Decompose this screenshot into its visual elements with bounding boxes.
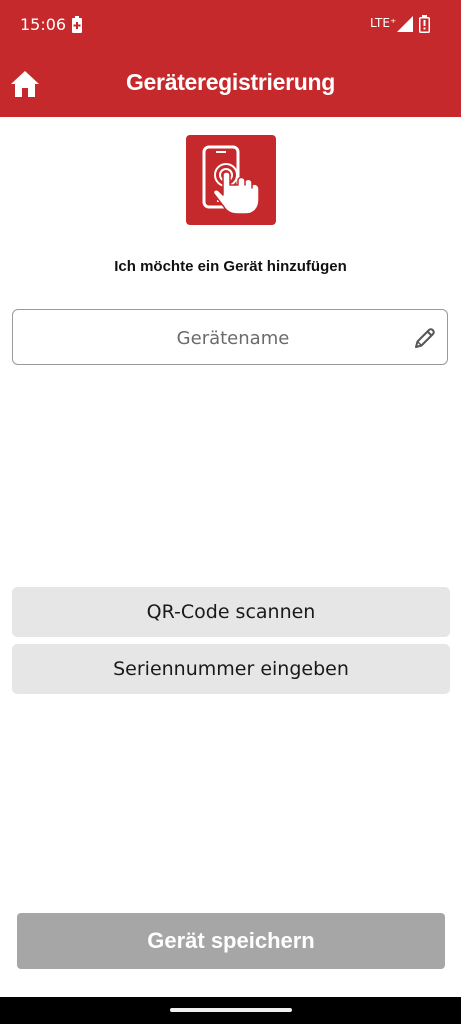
home-gesture-handle[interactable] <box>170 1008 292 1012</box>
system-navigation-bar <box>0 997 461 1024</box>
qr-code-scan-button[interactable]: QR-Code scannen <box>12 587 450 637</box>
signal-icon <box>397 16 413 32</box>
app-bar: Geräteregistrierung <box>0 50 461 117</box>
battery-saver-icon <box>72 16 82 33</box>
status-time: 15:06 <box>20 15 67 34</box>
status-bar: 15:06 LTE⁺ <box>0 0 461 50</box>
pencil-icon[interactable] <box>413 326 437 350</box>
intro-text: Ich möchte ein Gerät hinzufügen <box>114 258 347 275</box>
serial-number-button[interactable]: Seriennummer eingeben <box>12 644 450 694</box>
save-device-button[interactable]: Gerät speichern <box>17 913 445 969</box>
network-type: LTE⁺ <box>370 16 397 30</box>
device-name-field[interactable] <box>12 309 448 366</box>
battery-low-icon <box>419 15 430 33</box>
touch-phone-icon <box>186 135 276 225</box>
device-name-input[interactable] <box>53 310 413 366</box>
page-title: Geräteregistrierung <box>125 69 336 95</box>
